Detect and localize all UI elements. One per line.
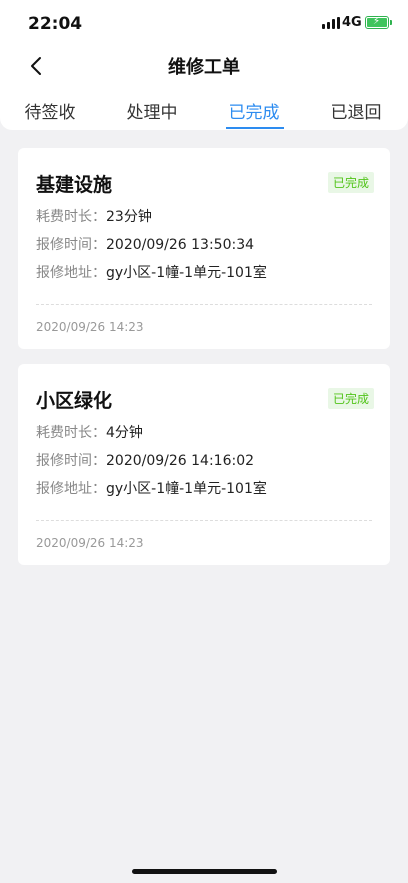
report-time-label: 报修时间：: [36, 453, 106, 469]
order-card[interactable]: 小区绿化 已完成 耗费时长：4分钟 报修时间：2020/09/26 14:16:…: [18, 364, 390, 565]
page-title: 维修工单: [168, 57, 240, 78]
duration-label: 耗费时长：: [36, 209, 106, 225]
duration-row: 耗费时长：23分钟: [36, 206, 152, 226]
signal-icon: [322, 17, 340, 29]
report-time-value: 2020/09/26 14:16:02: [106, 453, 255, 469]
address-row: 报修地址：gy小区-1幢-1单元-101室: [36, 478, 267, 498]
status-badge: 已完成: [327, 172, 374, 193]
address-label: 报修地址：: [36, 265, 106, 281]
duration-label: 耗费时长：: [36, 425, 106, 441]
divider: [36, 304, 372, 305]
tab-processing[interactable]: 处理中: [112, 98, 192, 123]
address-label: 报修地址：: [36, 481, 106, 497]
status-bar: 22:04 4G ⚡: [0, 0, 408, 48]
active-tab-indicator: [226, 127, 284, 129]
status-badge: 已完成: [327, 388, 374, 409]
completed-time: 2020/09/26 14:23: [36, 320, 144, 334]
order-card[interactable]: 基建设施 已完成 耗费时长：23分钟 报修时间：2020/09/26 13:50…: [18, 148, 390, 349]
order-title: 基建设施: [36, 174, 113, 196]
screen: 22:04 4G ⚡ 维修工单 待签收 处理中 已完成 已退回 基建设施 已完成…: [0, 0, 408, 883]
address-value: gy小区-1幢-1单元-101室: [106, 265, 267, 281]
report-time-label: 报修时间：: [36, 237, 106, 253]
duration-value: 4分钟: [106, 425, 143, 441]
tab-completed[interactable]: 已完成: [214, 98, 294, 123]
report-time-row: 报修时间：2020/09/26 14:16:02: [36, 450, 254, 470]
tab-bar: 待签收 处理中 已完成 已退回: [0, 84, 408, 130]
tab-returned[interactable]: 已退回: [316, 98, 396, 123]
home-indicator: [132, 869, 277, 874]
battery-icon: ⚡: [365, 16, 392, 29]
status-time: 22:04: [28, 14, 83, 34]
tab-pending-sign[interactable]: 待签收: [10, 98, 90, 123]
order-title: 小区绿化: [36, 390, 113, 412]
address-row: 报修地址：gy小区-1幢-1单元-101室: [36, 262, 267, 282]
completed-time: 2020/09/26 14:23: [36, 536, 144, 550]
report-time-row: 报修时间：2020/09/26 13:50:34: [36, 234, 254, 254]
network-type: 4G: [342, 15, 362, 30]
duration-value: 23分钟: [106, 209, 152, 225]
report-time-value: 2020/09/26 13:50:34: [106, 237, 255, 253]
nav-bar: 维修工单: [0, 48, 408, 84]
address-value: gy小区-1幢-1单元-101室: [106, 481, 267, 497]
divider: [36, 520, 372, 521]
duration-row: 耗费时长：4分钟: [36, 422, 143, 442]
